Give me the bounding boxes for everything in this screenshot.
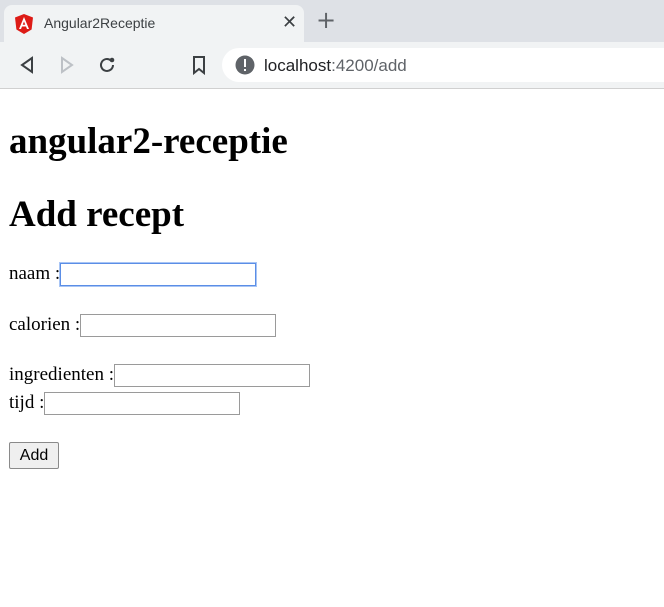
calorien-row: calorien : bbox=[9, 314, 277, 338]
calorien-input[interactable] bbox=[80, 314, 277, 338]
app-title: angular2-receptie bbox=[9, 121, 288, 162]
naam-input[interactable] bbox=[59, 262, 258, 288]
address-bar[interactable]: localhost:4200/add bbox=[222, 48, 664, 82]
page-heading: Add recept bbox=[9, 194, 185, 235]
naam-row: naam : bbox=[9, 262, 258, 288]
tab-strip: Angular2Receptie ✕ + bbox=[0, 0, 664, 42]
ingredienten-label: ingredienten : bbox=[9, 364, 114, 385]
url-text: localhost:4200/add bbox=[264, 56, 407, 75]
ingredienten-input[interactable] bbox=[114, 364, 310, 388]
tijd-input[interactable] bbox=[44, 392, 241, 416]
angular-logo-icon bbox=[15, 14, 33, 34]
close-tab-icon[interactable]: ✕ bbox=[282, 12, 297, 33]
bookmark-icon[interactable] bbox=[191, 55, 207, 75]
browser-toolbar: localhost:4200/add bbox=[0, 42, 664, 89]
add-button[interactable]: Add bbox=[9, 442, 59, 469]
naam-label: naam : bbox=[9, 263, 61, 284]
back-icon[interactable] bbox=[18, 55, 36, 75]
calorien-label: calorien : bbox=[9, 314, 81, 335]
info-icon[interactable] bbox=[235, 55, 255, 75]
browser-tab[interactable]: Angular2Receptie ✕ bbox=[4, 5, 304, 42]
ingredienten-row: ingredienten : bbox=[9, 364, 310, 388]
tijd-row: tijd : bbox=[9, 392, 241, 416]
new-tab-icon[interactable]: + bbox=[316, 8, 336, 32]
reload-icon[interactable] bbox=[97, 55, 117, 75]
tijd-label: tijd : bbox=[9, 392, 45, 413]
forward-icon[interactable] bbox=[58, 55, 76, 75]
tab-title: Angular2Receptie bbox=[44, 15, 156, 31]
